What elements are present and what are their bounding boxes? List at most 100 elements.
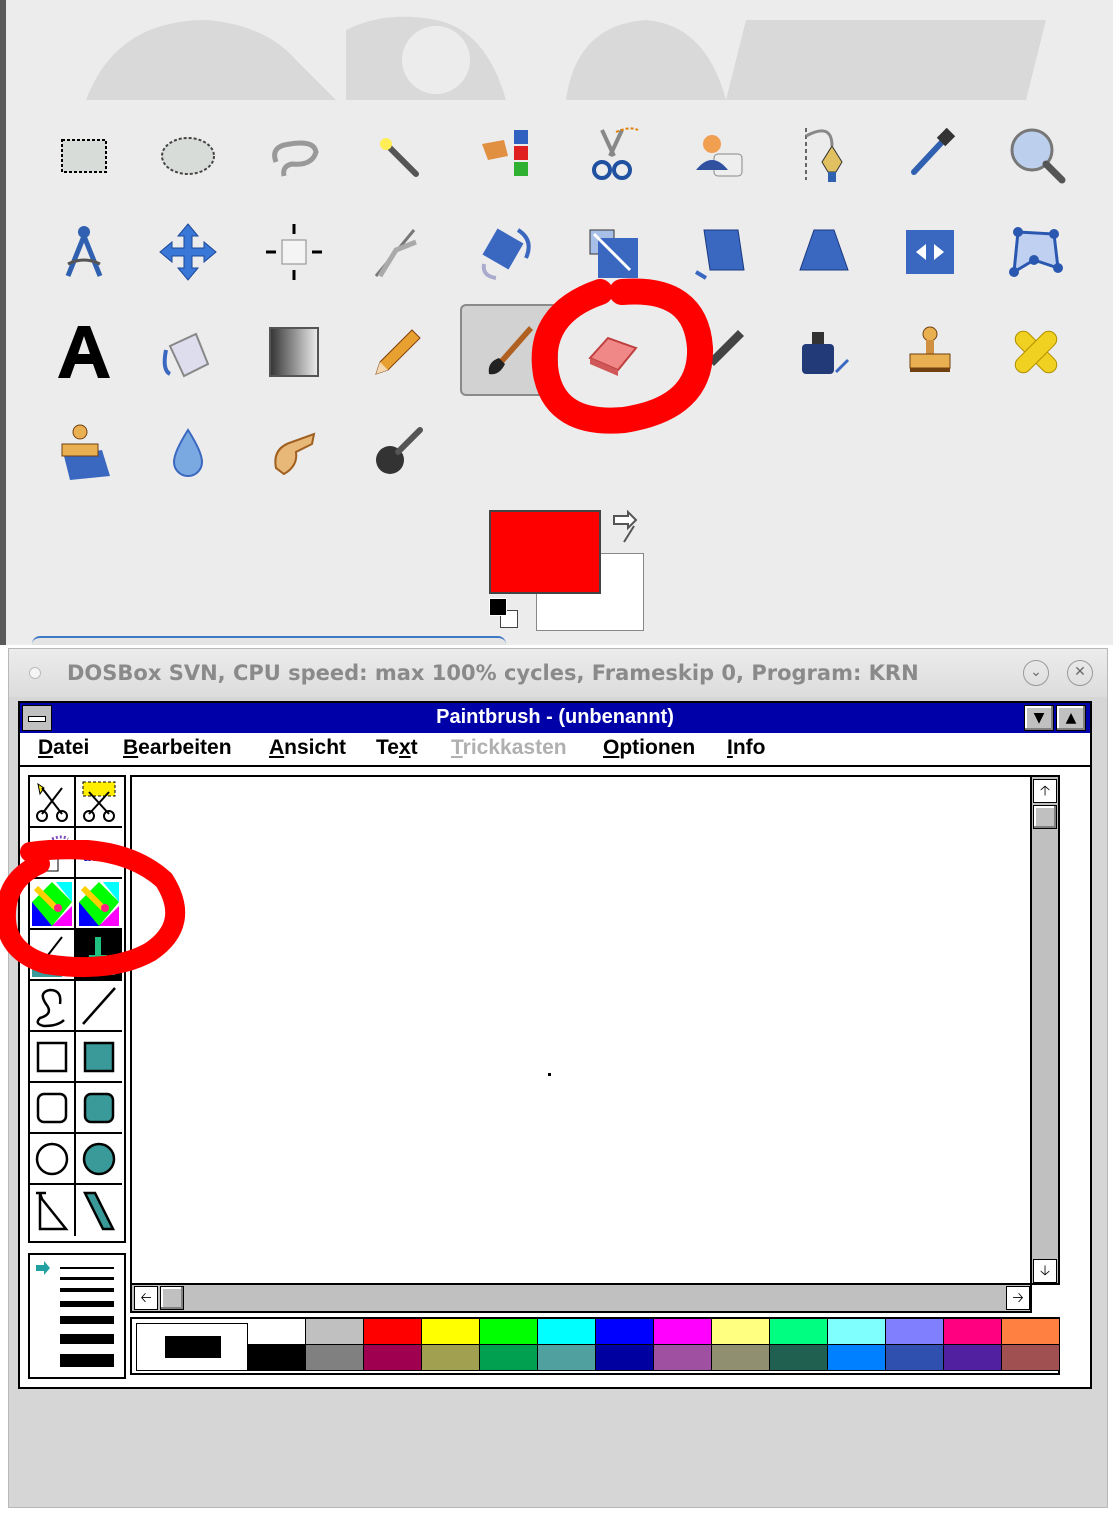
window-menu-dot[interactable] (29, 667, 41, 679)
palette-color[interactable] (538, 1345, 596, 1371)
palette-color[interactable] (944, 1345, 1002, 1371)
maximize-button[interactable]: ▲ (1056, 705, 1086, 731)
palette-color[interactable] (422, 1345, 480, 1371)
minimize-button[interactable]: ⌄ (1023, 660, 1049, 686)
perspective-icon[interactable] (786, 214, 862, 290)
palette-color[interactable] (480, 1319, 538, 1345)
scissors-icon[interactable] (30, 777, 76, 828)
perspective-clone-icon[interactable] (46, 414, 122, 490)
palette-color[interactable] (422, 1319, 480, 1345)
palette-color[interactable] (480, 1345, 538, 1371)
filled-circle-icon[interactable] (76, 1134, 122, 1185)
color-select-icon[interactable] (468, 116, 544, 192)
menu-optionen[interactable]: Optionen (603, 736, 695, 760)
polygon-icon[interactable] (30, 1185, 76, 1236)
scroll-down-button[interactable]: 🡣 (1033, 1259, 1057, 1283)
line-widths[interactable] (30, 1255, 124, 1377)
menu-ansicht[interactable]: Ansicht (269, 736, 346, 760)
eraser-icon[interactable] (574, 314, 650, 390)
horizontal-scrollbar[interactable]: 🡠 🡢 (130, 1285, 1032, 1313)
airbrush-icon[interactable] (30, 828, 76, 879)
palette-color[interactable] (306, 1319, 364, 1345)
palette-color[interactable] (770, 1319, 828, 1345)
smudge-icon[interactable] (256, 414, 332, 490)
scissors-select-icon[interactable] (574, 116, 650, 192)
palette-color[interactable] (596, 1345, 654, 1371)
palette-color[interactable] (712, 1319, 770, 1345)
foreground-select-icon[interactable] (680, 116, 756, 192)
horizontal-scroll-thumb[interactable] (160, 1286, 184, 1310)
palette-color[interactable] (944, 1319, 1002, 1345)
dodge-burn-icon[interactable] (360, 414, 436, 490)
palette-color[interactable] (1002, 1319, 1060, 1345)
palette-color[interactable] (1002, 1345, 1060, 1371)
move-icon[interactable] (150, 214, 226, 290)
color-picker-icon[interactable] (892, 116, 968, 192)
rotate-icon[interactable] (468, 214, 544, 290)
eraser-icon[interactable] (76, 879, 122, 930)
palette-color[interactable] (886, 1345, 944, 1371)
menu-info[interactable]: Info (727, 736, 766, 760)
vertical-scroll-thumb[interactable] (1033, 805, 1057, 829)
menu-trickkasten[interactable]: Trickkasten (451, 736, 567, 760)
vertical-scrollbar[interactable]: 🡡 🡣 (1032, 775, 1060, 1285)
align-icon[interactable] (256, 214, 332, 290)
default-colors-button[interactable] (489, 598, 507, 616)
color-eraser-icon[interactable] (30, 879, 76, 930)
scale-icon[interactable] (574, 214, 650, 290)
scroll-right-button[interactable]: 🡢 (1006, 1286, 1030, 1310)
clone-icon[interactable] (892, 314, 968, 390)
rounded-box-icon[interactable] (30, 1083, 76, 1134)
measure-icon[interactable] (46, 214, 122, 290)
scroll-left-button[interactable]: 🡠 (134, 1286, 158, 1310)
paths-icon[interactable] (786, 116, 862, 192)
shear-icon[interactable] (680, 214, 756, 290)
circle-icon[interactable] (30, 1134, 76, 1185)
palette-color[interactable] (538, 1319, 596, 1345)
heal-icon[interactable] (998, 314, 1074, 390)
flip-icon[interactable] (892, 214, 968, 290)
foreground-color-swatch[interactable] (489, 510, 601, 594)
airbrush-icon[interactable] (680, 314, 756, 390)
close-button[interactable]: ✕ (1067, 660, 1093, 686)
palette-color[interactable] (712, 1345, 770, 1371)
paint-roller-icon[interactable] (30, 930, 76, 981)
drawing-canvas[interactable] (130, 775, 1032, 1285)
filled-box-icon[interactable] (76, 1032, 122, 1083)
pencil-icon[interactable] (360, 314, 436, 390)
curve-icon[interactable] (30, 981, 76, 1032)
filled-polygon-icon[interactable] (76, 1185, 122, 1236)
filled-rounded-box-icon[interactable] (76, 1083, 122, 1134)
bucket-fill-icon[interactable] (150, 314, 226, 390)
palette-color[interactable] (770, 1345, 828, 1371)
blend-icon[interactable] (256, 314, 332, 390)
zoom-icon[interactable] (998, 116, 1074, 192)
fuzzy-select-icon[interactable] (360, 116, 436, 192)
palette-color[interactable] (248, 1345, 306, 1371)
palette-color[interactable] (364, 1345, 422, 1371)
swap-colors-icon[interactable] (606, 508, 646, 548)
palette-color[interactable] (654, 1345, 712, 1371)
line-width-selector[interactable] (28, 1253, 126, 1379)
menu-bearbeiten[interactable]: Bearbeiten (123, 736, 232, 760)
pick-icon[interactable] (76, 777, 122, 828)
palette-color[interactable] (248, 1319, 306, 1345)
brush-icon[interactable] (76, 930, 122, 981)
palette-color[interactable] (828, 1319, 886, 1345)
palette-color[interactable] (306, 1345, 364, 1371)
crop-icon[interactable] (360, 214, 436, 290)
paintbrush-icon[interactable] (460, 304, 558, 396)
box-icon[interactable] (30, 1032, 76, 1083)
free-select-icon[interactable] (256, 116, 332, 192)
menu-text[interactable]: Text (376, 736, 418, 760)
line-icon[interactable] (76, 981, 122, 1032)
palette-color[interactable] (364, 1319, 422, 1345)
palette-color[interactable] (654, 1319, 712, 1345)
cage-transform-icon[interactable] (998, 214, 1074, 290)
scroll-up-button[interactable]: 🡡 (1033, 779, 1057, 803)
rect-select-icon[interactable] (46, 116, 122, 192)
blur-icon[interactable] (150, 414, 226, 490)
palette-color[interactable] (828, 1345, 886, 1371)
minimize-button[interactable]: ▼ (1024, 705, 1054, 731)
menu-datei[interactable]: Datei (38, 736, 89, 760)
